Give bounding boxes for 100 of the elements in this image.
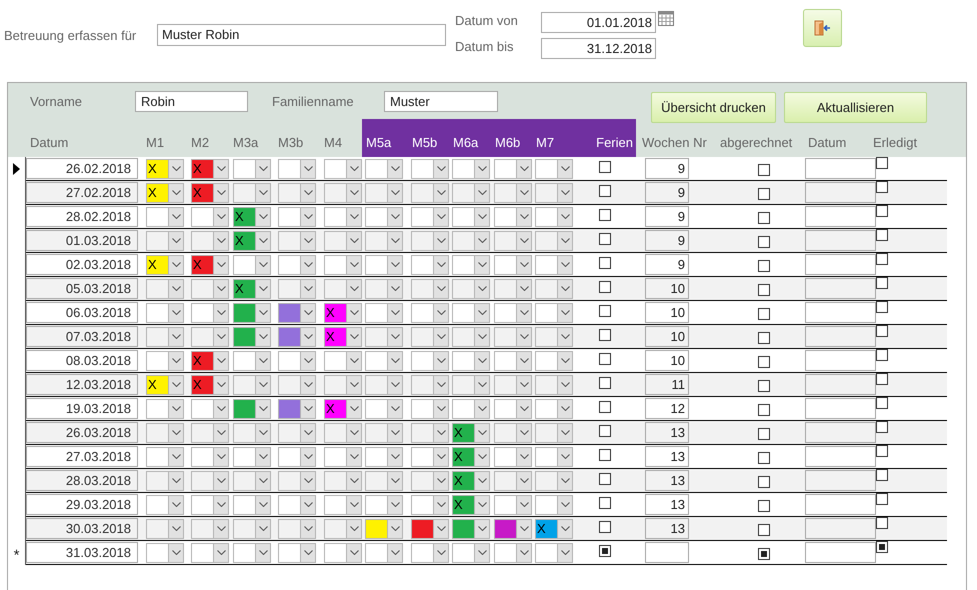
date-field[interactable]	[805, 326, 876, 347]
dropdown-field[interactable]	[365, 278, 403, 298]
dropdown-field[interactable]	[146, 422, 184, 442]
dropdown-field[interactable]	[535, 158, 573, 178]
dropdown-field[interactable]	[535, 230, 573, 250]
dropdown-field[interactable]	[452, 278, 490, 298]
date-field[interactable]	[805, 542, 876, 563]
dropdown-field[interactable]	[146, 326, 184, 346]
date-field[interactable]	[805, 470, 876, 491]
dropdown-field[interactable]: X	[146, 374, 184, 394]
dropdown-field[interactable]	[411, 230, 449, 250]
dropdown-field[interactable]	[233, 518, 271, 538]
dropdown-button[interactable]	[387, 160, 402, 178]
dropdown-field[interactable]: X	[191, 374, 229, 394]
dropdown-field[interactable]	[324, 446, 362, 466]
dropdown-field[interactable]	[411, 350, 449, 370]
dropdown-button[interactable]	[474, 376, 489, 394]
dropdown-button[interactable]	[213, 232, 228, 250]
dropdown-button[interactable]	[433, 496, 448, 514]
date-field[interactable]	[805, 518, 876, 539]
dropdown-button[interactable]	[474, 256, 489, 274]
dropdown-field[interactable]	[146, 398, 184, 418]
dropdown-button[interactable]	[433, 520, 448, 538]
dropdown-button[interactable]	[346, 520, 361, 538]
dropdown-field[interactable]	[324, 494, 362, 514]
dropdown-field[interactable]: X	[535, 518, 573, 538]
date-field[interactable]	[805, 230, 876, 251]
checkbox[interactable]	[758, 188, 770, 200]
dropdown-field[interactable]	[146, 470, 184, 490]
dropdown-button[interactable]	[433, 256, 448, 274]
refresh-button[interactable]: Aktuallisieren	[784, 92, 927, 122]
checkbox[interactable]	[599, 401, 611, 413]
date-field[interactable]: 19.03.2018	[26, 398, 138, 419]
number-field[interactable]: 10	[645, 278, 689, 299]
dropdown-button[interactable]	[433, 448, 448, 466]
dropdown-button[interactable]	[474, 208, 489, 226]
dropdown-button[interactable]	[516, 256, 531, 274]
dropdown-field[interactable]	[494, 278, 532, 298]
dropdown-field[interactable]	[278, 494, 316, 514]
dropdown-field[interactable]	[278, 278, 316, 298]
date-field[interactable]: 30.03.2018	[26, 518, 138, 539]
dropdown-button[interactable]	[433, 328, 448, 346]
dropdown-field[interactable]	[535, 398, 573, 418]
dropdown-field[interactable]	[365, 422, 403, 442]
dropdown-button[interactable]	[557, 280, 572, 298]
number-field[interactable]: 9	[645, 254, 689, 275]
dropdown-button[interactable]	[474, 304, 489, 322]
dropdown-field[interactable]	[191, 446, 229, 466]
dropdown-button[interactable]	[474, 424, 489, 442]
dropdown-button[interactable]	[255, 472, 270, 490]
dropdown-button[interactable]	[516, 232, 531, 250]
number-field[interactable]: 13	[645, 494, 689, 515]
dropdown-button[interactable]	[168, 424, 183, 442]
dropdown-field[interactable]: X	[191, 350, 229, 370]
dropdown-button[interactable]	[474, 160, 489, 178]
dropdown-button[interactable]	[346, 496, 361, 514]
checkbox[interactable]	[758, 476, 770, 488]
dropdown-field[interactable]	[278, 398, 316, 418]
date-field[interactable]: 28.03.2018	[26, 470, 138, 491]
dropdown-button[interactable]	[557, 208, 572, 226]
dropdown-button[interactable]	[300, 496, 315, 514]
dropdown-button[interactable]	[387, 496, 402, 514]
dropdown-field[interactable]	[365, 494, 403, 514]
dropdown-button[interactable]	[168, 256, 183, 274]
dropdown-button[interactable]	[474, 280, 489, 298]
dropdown-button[interactable]	[516, 376, 531, 394]
dropdown-button[interactable]	[387, 256, 402, 274]
dropdown-button[interactable]	[557, 400, 572, 418]
dropdown-field[interactable]	[494, 542, 532, 562]
dropdown-button[interactable]	[474, 400, 489, 418]
dropdown-field[interactable]	[535, 470, 573, 490]
dropdown-button[interactable]	[346, 472, 361, 490]
dropdown-button[interactable]	[433, 376, 448, 394]
dropdown-button[interactable]	[213, 544, 228, 562]
dropdown-button[interactable]	[255, 520, 270, 538]
checkbox[interactable]	[876, 181, 888, 193]
dropdown-field[interactable]	[411, 302, 449, 322]
dropdown-button[interactable]	[346, 544, 361, 562]
dropdown-field[interactable]	[535, 446, 573, 466]
dropdown-field[interactable]	[324, 542, 362, 562]
dropdown-button[interactable]	[387, 544, 402, 562]
dropdown-field[interactable]	[278, 254, 316, 274]
dropdown-button[interactable]	[557, 544, 572, 562]
dropdown-button[interactable]	[168, 328, 183, 346]
dropdown-field[interactable]	[452, 542, 490, 562]
checkbox[interactable]	[876, 157, 888, 169]
number-field[interactable]: 13	[645, 446, 689, 467]
dropdown-button[interactable]	[474, 496, 489, 514]
dropdown-field[interactable]	[494, 254, 532, 274]
dropdown-button[interactable]	[255, 328, 270, 346]
dropdown-button[interactable]	[213, 328, 228, 346]
dropdown-button[interactable]	[300, 424, 315, 442]
checkbox[interactable]	[758, 236, 770, 248]
dropdown-field[interactable]	[191, 230, 229, 250]
checkbox[interactable]	[876, 469, 888, 481]
date-field[interactable]: 26.02.2018	[26, 158, 138, 179]
dropdown-button[interactable]	[168, 520, 183, 538]
number-field[interactable]: 9	[645, 206, 689, 227]
dropdown-field[interactable]	[365, 326, 403, 346]
dropdown-button[interactable]	[168, 160, 183, 178]
